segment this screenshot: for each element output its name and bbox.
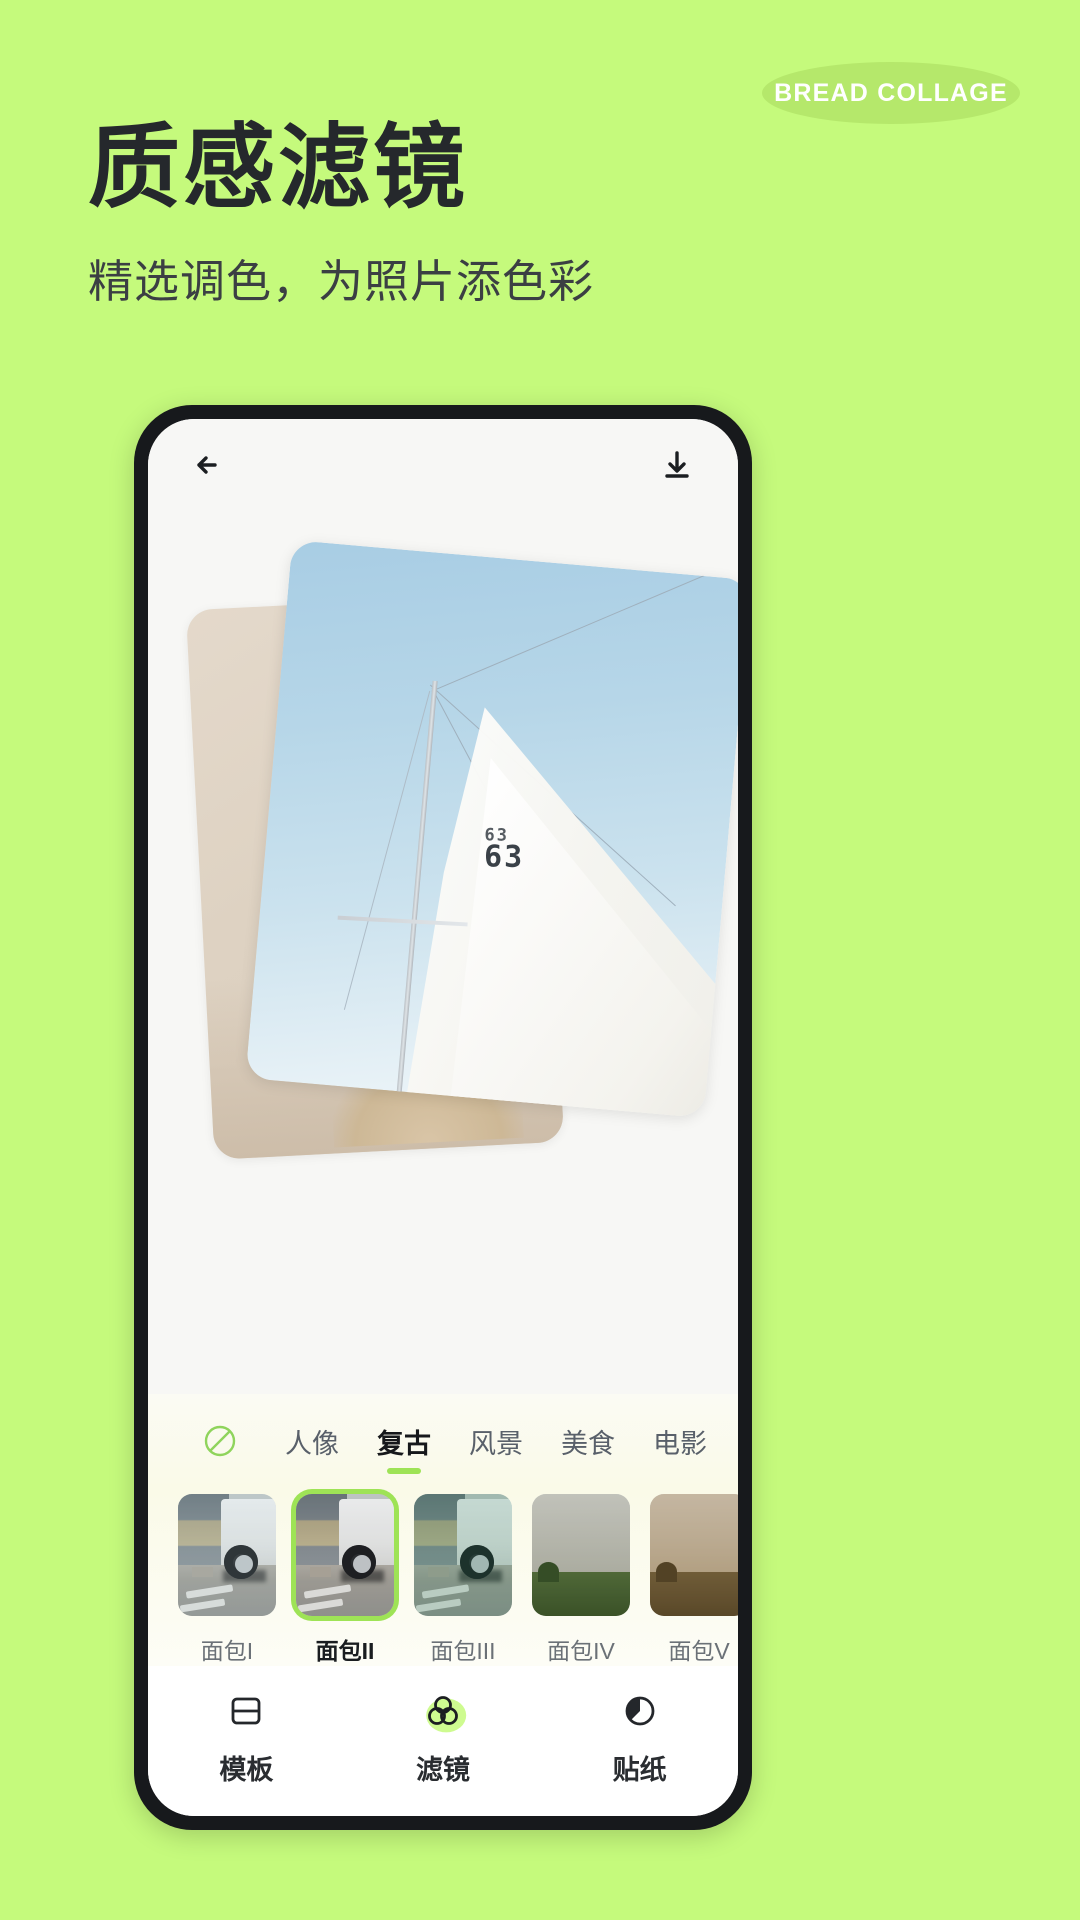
filter-tint-overlay <box>296 1494 394 1616</box>
filter-tint-overlay <box>414 1494 512 1616</box>
filter-circles-icon <box>420 1688 466 1734</box>
no-filter-icon <box>201 1422 239 1460</box>
nav-item-sticker[interactable]: 贴纸 <box>555 1688 725 1787</box>
filter-label: 面包III <box>430 1638 496 1664</box>
filter-category-landscape[interactable]: 风景 <box>450 1404 542 1478</box>
filter-thumbnail[interactable] <box>414 1494 512 1616</box>
page-subtitle: 精选调色，为照片添色彩 <box>88 256 595 307</box>
collage-canvas[interactable]: 63 63 <box>148 511 738 1394</box>
filter-tint-overlay <box>178 1494 276 1616</box>
sticker-icon <box>617 1688 663 1734</box>
filter-thumbnail-row[interactable]: 面包I 面包II 面包III 面包IV 面包V <box>148 1478 738 1666</box>
nav-label: 模板 <box>219 1755 274 1785</box>
filter-label: 面包IV <box>547 1638 615 1664</box>
filter-category-label: 美食 <box>561 1428 615 1459</box>
filter-item[interactable]: 面包I <box>178 1494 276 1666</box>
filter-category-none[interactable] <box>174 1404 266 1478</box>
filter-tint-overlay <box>650 1494 738 1616</box>
filter-category-label: 电影 <box>653 1428 707 1459</box>
nav-label: 滤镜 <box>415 1755 470 1785</box>
nav-label: 贴纸 <box>612 1755 667 1785</box>
filter-category-portrait[interactable]: 人像 <box>266 1404 358 1478</box>
filter-item[interactable]: 面包V <box>650 1494 738 1666</box>
filter-category-label: 复古 <box>377 1428 431 1459</box>
photo-card-front[interactable]: 63 63 <box>245 539 738 1119</box>
phone-mockup: 63 63 人像 复古 风景 美食 电影 面包I 面包II 面包III 面包IV… <box>134 405 752 1830</box>
filter-category-mono[interactable]: 黑白 <box>726 1404 738 1478</box>
app-topbar <box>148 419 738 511</box>
filter-category-label: 人像 <box>285 1428 339 1459</box>
filter-thumbnail[interactable] <box>650 1494 738 1616</box>
filter-item-selected[interactable]: 面包II <box>296 1494 394 1666</box>
template-icon <box>223 1688 269 1734</box>
filter-panel: 人像 复古 风景 美食 电影 黑白 <box>148 1394 738 1666</box>
filter-item[interactable]: 面包III <box>414 1494 512 1666</box>
filter-category-label: 风景 <box>469 1428 523 1459</box>
page-title: 质感滤镜 <box>88 114 469 221</box>
filter-label: 面包I <box>200 1638 254 1664</box>
phone-screen: 63 63 人像 复古 风景 美食 电影 面包I 面包II 面包III 面包IV… <box>148 419 738 1816</box>
filter-category-tabs[interactable]: 人像 复古 风景 美食 电影 黑白 <box>148 1404 738 1478</box>
filter-tint-overlay <box>532 1494 630 1616</box>
sail-number: 63 63 <box>484 825 525 875</box>
brand-badge: BREAD COLLAGE <box>762 62 1020 124</box>
sail-number-small: 63 <box>484 825 510 846</box>
filter-thumbnail[interactable] <box>178 1494 276 1616</box>
filter-thumbnail[interactable] <box>296 1494 394 1616</box>
filter-label: 面包V <box>668 1638 730 1664</box>
bottom-navigation: 模板 滤镜 贴纸 <box>148 1666 738 1816</box>
nav-item-filter[interactable]: 滤镜 <box>358 1688 528 1787</box>
filter-thumbnail[interactable] <box>532 1494 630 1616</box>
nav-item-template[interactable]: 模板 <box>161 1688 331 1787</box>
download-icon[interactable] <box>654 442 700 488</box>
brand-badge-label: BREAD COLLAGE <box>774 78 1008 107</box>
filter-category-movie[interactable]: 电影 <box>634 1404 726 1478</box>
filter-category-food[interactable]: 美食 <box>542 1404 634 1478</box>
filter-item[interactable]: 面包IV <box>532 1494 630 1666</box>
filter-label: 面包II <box>315 1638 375 1664</box>
filter-category-retro[interactable]: 复古 <box>358 1404 450 1478</box>
arrow-left-icon[interactable] <box>186 442 232 488</box>
